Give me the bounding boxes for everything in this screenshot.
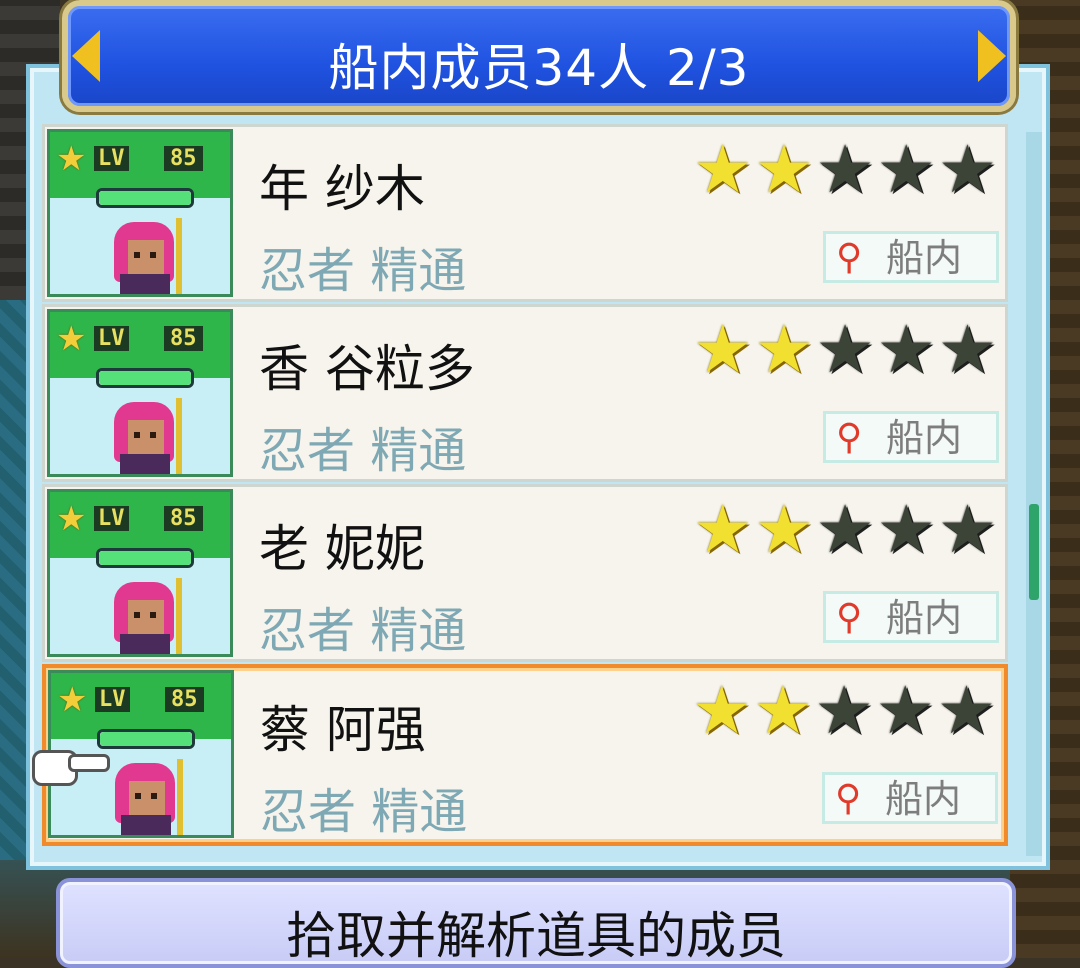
star-filled-icon: ★ (692, 672, 752, 749)
header-banner: 船内成员34人 2/3 (62, 0, 1016, 112)
crew-row[interactable]: ★ LV 85 年 纱木 忍者 精通 ★ ★ ★ ★ ★ ⚲ 船内 (42, 124, 1008, 302)
scroll-thumb[interactable] (1029, 504, 1039, 600)
crew-name: 蔡 阿强 (260, 701, 426, 759)
level-value: 85 (164, 326, 203, 351)
star-empty-icon: ★ (815, 311, 875, 388)
crew-job: 忍者 精通 (259, 603, 467, 659)
star-empty-icon: ★ (814, 672, 874, 749)
star-empty-icon: ★ (876, 131, 936, 208)
level-label: LV (94, 326, 129, 351)
hand-finger (68, 754, 110, 772)
crew-row[interactable]: ★ LV 85 香 谷粒多 忍者 精通 ★ ★ ★ ★ ★ ⚲ 船内 (42, 304, 1008, 482)
crew-sprite (95, 759, 195, 835)
star-empty-icon: ★ (937, 491, 997, 568)
star-icon: ★ (56, 319, 87, 359)
hp-fill (100, 732, 192, 746)
magnifier-icon: ⚲ (836, 597, 863, 638)
star-empty-icon: ★ (937, 311, 997, 388)
crew-list: ★ LV 85 年 纱木 忍者 精通 ★ ★ ★ ★ ★ ⚲ 船内 ★ LV 85 (42, 124, 1008, 848)
rank-stars: ★ ★ ★ ★ ★ (693, 137, 997, 203)
magnifier-icon: ⚲ (836, 417, 863, 458)
star-filled-icon: ★ (693, 311, 753, 388)
crew-portrait: ★ LV 85 (47, 309, 233, 477)
star-filled-icon: ★ (754, 131, 814, 208)
crew-name: 老 妮妮 (259, 520, 425, 578)
hp-fill (99, 551, 191, 565)
hp-fill (99, 371, 191, 385)
level-label: LV (94, 506, 129, 531)
crew-job: 忍者 精通 (259, 243, 467, 299)
star-filled-icon: ★ (753, 672, 813, 749)
location-badge: ⚲ 船内 (823, 411, 999, 463)
star-icon: ★ (57, 680, 88, 720)
hp-bar (96, 188, 194, 208)
star-empty-icon: ★ (876, 311, 936, 388)
star-filled-icon: ★ (693, 131, 753, 208)
level-value: 85 (164, 146, 203, 171)
location-label: 船内 (886, 416, 963, 460)
rank-stars: ★ ★ ★ ★ ★ (693, 497, 997, 563)
star-empty-icon: ★ (815, 131, 875, 208)
star-empty-icon: ★ (876, 491, 936, 568)
magnifier-icon: ⚲ (835, 778, 862, 819)
rank-stars: ★ ★ ★ ★ ★ (693, 317, 997, 383)
crew-name: 香 谷粒多 (259, 340, 475, 398)
pointing-hand-icon (32, 744, 110, 786)
star-empty-icon: ★ (875, 672, 935, 749)
star-filled-icon: ★ (693, 491, 753, 568)
magnifier-icon: ⚲ (836, 237, 863, 278)
crew-portrait: ★ LV 85 (47, 129, 233, 297)
hp-fill (99, 191, 191, 205)
crew-sprite (94, 218, 194, 294)
crew-sprite (94, 578, 194, 654)
star-empty-icon: ★ (815, 491, 875, 568)
location-badge: ⚲ 船内 (823, 591, 999, 643)
level-label: LV (94, 146, 129, 171)
level-label: LV (95, 687, 130, 712)
bottom-action-button[interactable]: 拾取并解析道具的成员 (56, 878, 1016, 968)
crew-row[interactable]: ★ LV 85 蔡 阿强 忍者 精通 ★ ★ ★ ★ ★ ⚲ 船内 (42, 664, 1008, 846)
star-empty-icon: ★ (936, 672, 996, 749)
location-label: 船内 (886, 236, 963, 280)
star-filled-icon: ★ (754, 311, 814, 388)
star-filled-icon: ★ (754, 491, 814, 568)
star-icon: ★ (56, 139, 87, 179)
crew-sprite (94, 398, 194, 474)
scrollbar[interactable] (1026, 132, 1042, 856)
crew-job: 忍者 精通 (259, 423, 467, 479)
star-empty-icon: ★ (937, 131, 997, 208)
hp-bar (96, 548, 194, 568)
level-value: 85 (164, 506, 203, 531)
rank-stars: ★ ★ ★ ★ ★ (692, 678, 996, 744)
crew-portrait: ★ LV 85 (47, 489, 233, 657)
location-label: 船内 (886, 596, 963, 640)
chevron-right-icon[interactable] (978, 30, 1006, 82)
location-badge: ⚲ 船内 (823, 231, 999, 283)
crew-row[interactable]: ★ LV 85 老 妮妮 忍者 精通 ★ ★ ★ ★ ★ ⚲ 船内 (42, 484, 1008, 662)
star-icon: ★ (56, 499, 87, 539)
crew-name: 年 纱木 (259, 160, 425, 218)
location-label: 船内 (885, 777, 962, 821)
page-title: 船内成员34人 2/3 (328, 39, 750, 97)
location-badge: ⚲ 船内 (822, 772, 998, 824)
bottom-action-label: 拾取并解析道具的成员 (286, 907, 786, 965)
crew-job: 忍者 精通 (260, 784, 468, 840)
hp-bar (97, 729, 195, 749)
level-value: 85 (165, 687, 204, 712)
hp-bar (96, 368, 194, 388)
chevron-left-icon[interactable] (72, 30, 100, 82)
